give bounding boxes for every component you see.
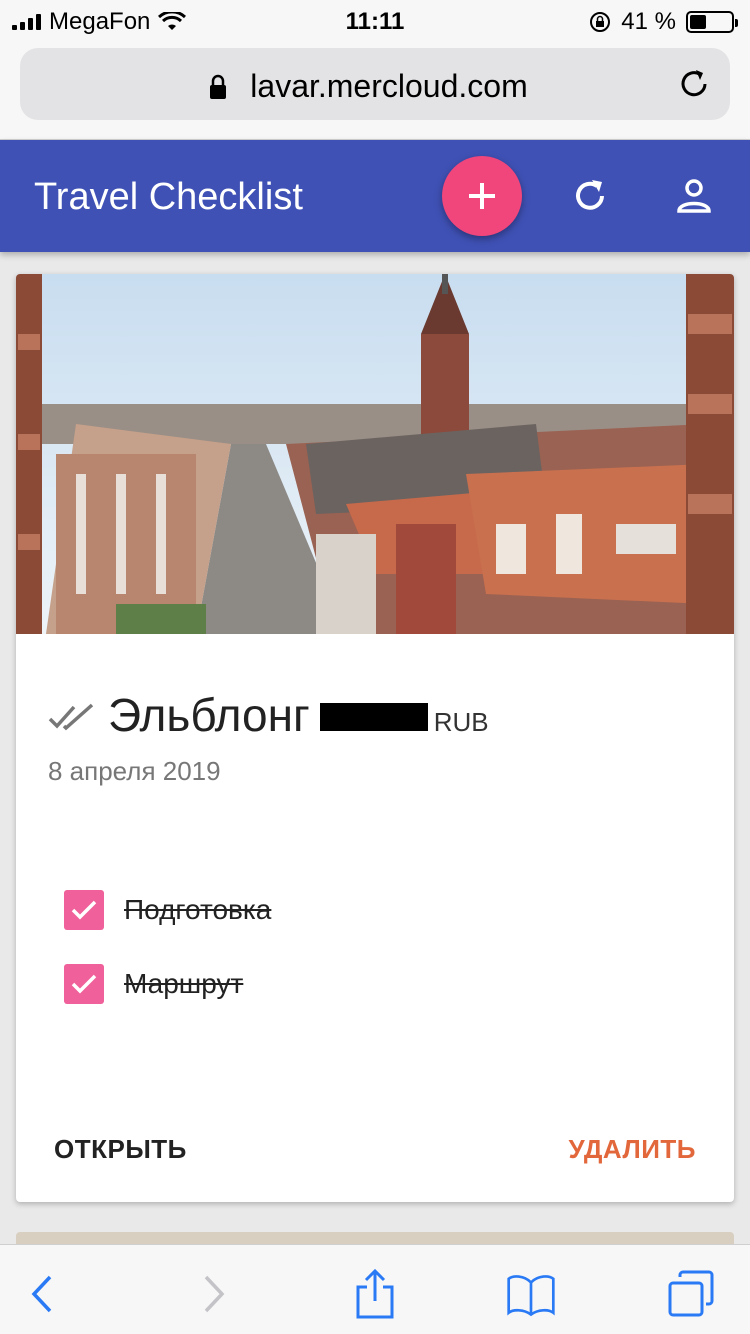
forward-icon[interactable] — [188, 1269, 238, 1319]
todo-item[interactable]: Маршрут — [64, 964, 243, 1004]
share-icon[interactable] — [350, 1269, 400, 1319]
status-bar: MegaFon 11:11 41 % — [0, 0, 750, 40]
battery-percent: 41 % — [621, 8, 676, 35]
status-right: 41 % — [589, 8, 738, 36]
todo-label: Маршрут — [124, 968, 244, 999]
rotation-lock-icon — [590, 12, 611, 32]
address-bar[interactable]: lavar.mercloud.com — [20, 48, 730, 120]
todo-checkbox[interactable] — [64, 964, 104, 1004]
card-title-row: Эльблонг RUB — [48, 688, 489, 742]
check-icon — [71, 900, 97, 920]
delete-trip-button[interactable]: УДАЛИТЬ — [569, 1134, 696, 1165]
add-trip-button[interactable] — [442, 156, 522, 236]
todo-checkbox[interactable] — [64, 890, 104, 930]
tabs-icon[interactable] — [666, 1269, 716, 1319]
battery-icon — [686, 11, 738, 33]
trip-place-name: Эльблонг — [108, 689, 310, 741]
open-trip-button[interactable]: ОТКРЫТЬ — [54, 1134, 187, 1165]
browser-chrome: lavar.mercloud.com — [0, 40, 750, 140]
reload-icon[interactable] — [676, 66, 712, 102]
add-icon — [469, 183, 495, 209]
double-check-icon — [48, 703, 94, 731]
app-title: Travel Checklist — [34, 176, 303, 218]
trip-photo — [16, 274, 734, 634]
refresh-icon[interactable] — [570, 176, 610, 216]
browser-toolbar — [0, 1244, 750, 1334]
url-text: lavar.mercloud.com — [250, 68, 528, 104]
app-bar: Travel Checklist — [0, 140, 750, 252]
redacted-amount — [319, 703, 428, 731]
back-icon[interactable] — [20, 1269, 70, 1319]
account-icon[interactable] — [674, 176, 714, 216]
check-icon — [71, 974, 97, 994]
todo-item[interactable]: Подготовка — [64, 890, 271, 930]
bookmarks-icon[interactable] — [506, 1269, 556, 1319]
trip-date: 8 апреля 2019 — [48, 756, 221, 786]
todo-label: Подготовка — [124, 894, 272, 925]
trip-currency: RUB — [433, 707, 489, 737]
trip-card: Эльблонг RUB 8 апреля 2019 Подготовка Ма… — [16, 274, 734, 1202]
